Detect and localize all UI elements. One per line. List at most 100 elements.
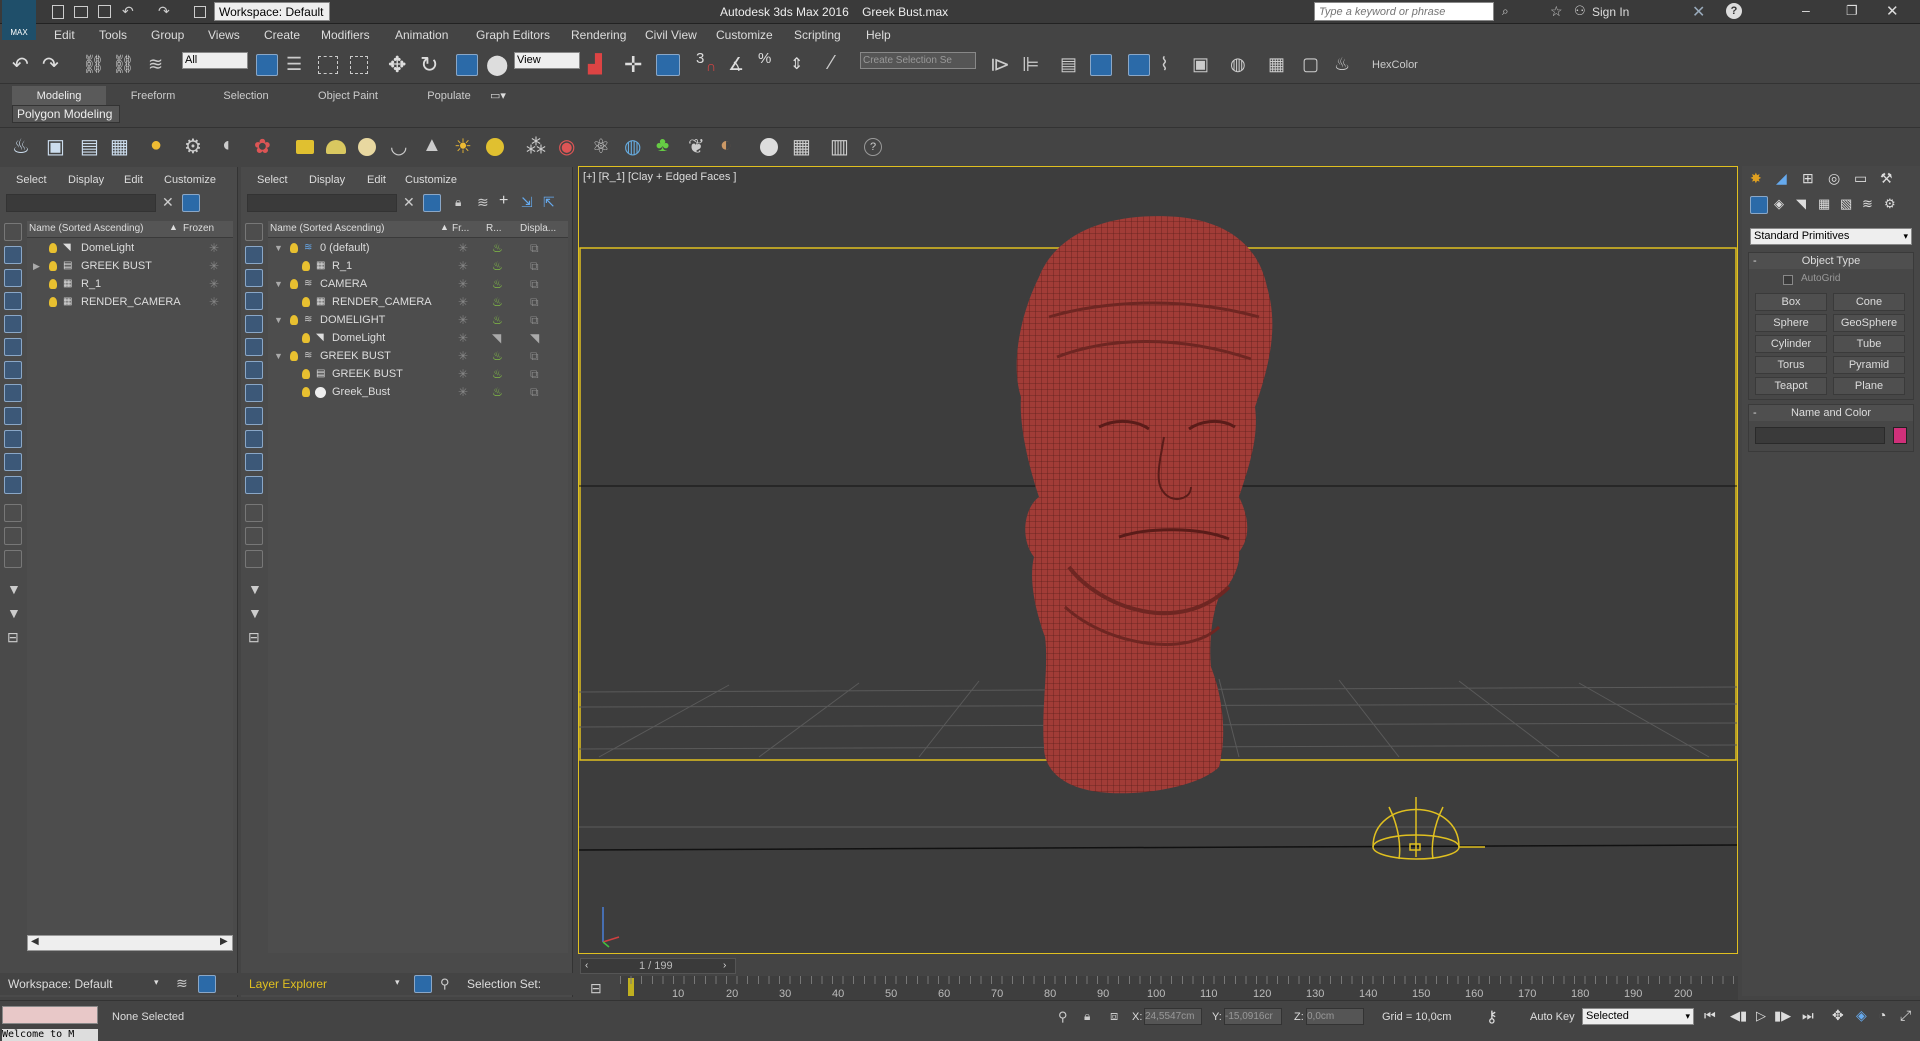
- visibility-bulb-icon[interactable]: [290, 351, 298, 361]
- display-box-icon[interactable]: ⧉: [530, 257, 539, 275]
- layer-row[interactable]: ▼ ≋ 0 (default) ✳ ♨ ⧉: [268, 239, 568, 257]
- footer-layers-icon[interactable]: [414, 975, 432, 993]
- layer-search-clear-icon[interactable]: ✕: [403, 194, 415, 211]
- display-all-icon[interactable]: [4, 504, 22, 522]
- layer-menu-customize[interactable]: Customize: [405, 174, 457, 186]
- teapot-icon[interactable]: ♨: [12, 134, 30, 159]
- create-tab-icon[interactable]: ✸: [1750, 170, 1762, 187]
- create-selection-set-dropdown[interactable]: Create Selection Se: [860, 52, 976, 69]
- menu-create[interactable]: Create: [264, 28, 300, 42]
- maxscript-prompt[interactable]: Welcome to M: [2, 1029, 98, 1041]
- binoculars-icon[interactable]: ⌕: [1502, 4, 1509, 19]
- hierarchy-tab-icon[interactable]: ⊞: [1802, 170, 1814, 187]
- window-crossing-icon[interactable]: [350, 56, 368, 74]
- filter-options-icon[interactable]: ▼: [248, 605, 262, 621]
- visibility-bulb-icon[interactable]: [302, 297, 310, 307]
- cone-button[interactable]: Cone: [1833, 293, 1905, 311]
- render-teapot-icon[interactable]: ♨: [1334, 54, 1350, 75]
- save-file-icon[interactable]: [98, 5, 111, 18]
- redo-toolbar-icon[interactable]: ↷: [42, 52, 59, 77]
- maximize-icon[interactable]: ❐: [1846, 3, 1858, 19]
- menu-customize[interactable]: Customize: [716, 28, 773, 42]
- visibility-bulb-icon[interactable]: [302, 387, 310, 397]
- layer-menu-edit[interactable]: Edit: [367, 174, 386, 186]
- autogrid-checkbox[interactable]: [1783, 275, 1793, 285]
- layer-lock-icon[interactable]: 🔒︎: [455, 195, 461, 210]
- pan-icon[interactable]: ✥: [1832, 1007, 1844, 1024]
- scene-row[interactable]: ▦ RENDER_CAMERA ✳: [27, 293, 233, 311]
- motion-tab-icon[interactable]: ◎: [1828, 170, 1840, 187]
- tab-populate[interactable]: Populate: [404, 86, 494, 106]
- menu-views[interactable]: Views: [208, 28, 240, 42]
- menu-animation[interactable]: Animation: [395, 28, 448, 42]
- freeze-icon[interactable]: ✳: [458, 311, 468, 329]
- spacewarps-subtab-icon[interactable]: ≋: [1862, 196, 1873, 212]
- scene-search-clear-icon[interactable]: ✕: [162, 194, 174, 211]
- layer-row[interactable]: ▦ RENDER_CAMERA ✳ ♨ ⧉: [268, 293, 568, 311]
- workspace-footer-label[interactable]: Workspace: Default: [8, 977, 113, 991]
- layer-new-icon[interactable]: ≋: [477, 194, 489, 211]
- layer-row[interactable]: ◥ DomeLight ✳ ◥ ◥: [268, 329, 568, 347]
- display-frozen-icon[interactable]: [4, 453, 22, 471]
- visibility-bulb-icon[interactable]: [49, 297, 57, 307]
- help-icon[interactable]: ?: [1726, 3, 1742, 19]
- visibility-bulb-icon[interactable]: [290, 279, 298, 289]
- modify-tab-icon[interactable]: ◢: [1776, 170, 1787, 187]
- footer-dropdown-arrow-icon[interactable]: ▾: [395, 977, 400, 988]
- render-teapot-icon[interactable]: ♨: [492, 383, 503, 401]
- next-key-icon[interactable]: ▮▶: [1774, 1008, 1791, 1024]
- align-icon[interactable]: ⊫: [1022, 52, 1039, 77]
- pyramid-button[interactable]: Pyramid: [1833, 356, 1905, 374]
- visibility-bulb-icon[interactable]: [49, 279, 57, 289]
- layer-explorer-footer-label[interactable]: Layer Explorer: [249, 977, 327, 991]
- layer-add-icon[interactable]: +: [499, 192, 508, 210]
- torus-button[interactable]: Torus: [1755, 356, 1827, 374]
- menu-scripting[interactable]: Scripting: [794, 28, 841, 42]
- bowl-icon[interactable]: ◡: [390, 134, 407, 159]
- display-xrefs-icon[interactable]: [4, 384, 22, 402]
- freeze-icon[interactable]: ✳: [458, 383, 468, 401]
- render-teapot-icon[interactable]: ♨: [492, 365, 503, 383]
- name-color-header[interactable]: - Name and Color: [1749, 405, 1913, 421]
- display-box-icon[interactable]: ⧉: [530, 383, 539, 401]
- app-logo[interactable]: MAX: [2, 0, 36, 40]
- curve-editor-icon[interactable]: ⌇: [1160, 54, 1169, 75]
- layer-row[interactable]: ▤ GREEK BUST ✳ ♨ ⧉: [268, 365, 568, 383]
- prev-frame-icon[interactable]: ‹: [585, 960, 588, 971]
- hexcolor-label[interactable]: HexColor: [1372, 59, 1418, 71]
- collapse-icon[interactable]: ⊟: [7, 629, 19, 646]
- display-none-icon[interactable]: [4, 527, 22, 545]
- expand-arrow-icon[interactable]: ▶: [33, 257, 40, 275]
- render-teapot-icon[interactable]: ♨: [492, 257, 503, 275]
- visibility-bulb-icon[interactable]: [302, 261, 310, 271]
- viewport[interactable]: [+] [R_1] [Clay + Edged Faces ]: [578, 166, 1738, 954]
- filter-funnel-icon[interactable]: ▼: [248, 581, 262, 597]
- goto-end-icon[interactable]: ⏭: [1802, 1008, 1814, 1024]
- z-coordinate-field[interactable]: [1306, 1008, 1364, 1025]
- display-none-icon[interactable]: [245, 527, 263, 545]
- display-hidden-icon[interactable]: [4, 476, 22, 494]
- cloth-icon[interactable]: ◐: [720, 134, 732, 157]
- x-coordinate-field[interactable]: [1144, 1008, 1202, 1025]
- display-box-icon[interactable]: ⧉: [530, 275, 539, 293]
- footer-layers-icon[interactable]: ≋: [176, 975, 188, 992]
- collapse-icon[interactable]: ⊟: [248, 629, 260, 646]
- helpers-subtab-icon[interactable]: ▧: [1840, 196, 1852, 212]
- checker-icon[interactable]: ▦: [792, 134, 811, 159]
- display-geometry-icon[interactable]: [4, 223, 22, 241]
- redo-icon[interactable]: ↷: [158, 3, 170, 20]
- grid-icon[interactable]: ▦: [110, 134, 129, 159]
- layer-select-icon[interactable]: ⇱: [543, 194, 555, 211]
- display-containers-icon[interactable]: [245, 430, 263, 448]
- visibility-bulb-icon[interactable]: [290, 315, 298, 325]
- layer-explorer-icon[interactable]: [1128, 54, 1150, 76]
- tab-selection[interactable]: Selection: [200, 86, 292, 106]
- sphere-button[interactable]: Sphere: [1755, 314, 1827, 332]
- scroll-left-icon[interactable]: ◀: [31, 936, 39, 947]
- prev-key-icon[interactable]: ◀▮: [1730, 1008, 1747, 1024]
- layer-row[interactable]: Greek_Bust ✳ ♨ ⧉: [268, 383, 568, 401]
- snap-magnet-icon[interactable]: ∩: [706, 58, 716, 74]
- angle-snap-icon[interactable]: ∡: [728, 54, 744, 75]
- menu-tools[interactable]: Tools: [99, 28, 127, 42]
- rotate-icon[interactable]: ↻: [420, 52, 438, 78]
